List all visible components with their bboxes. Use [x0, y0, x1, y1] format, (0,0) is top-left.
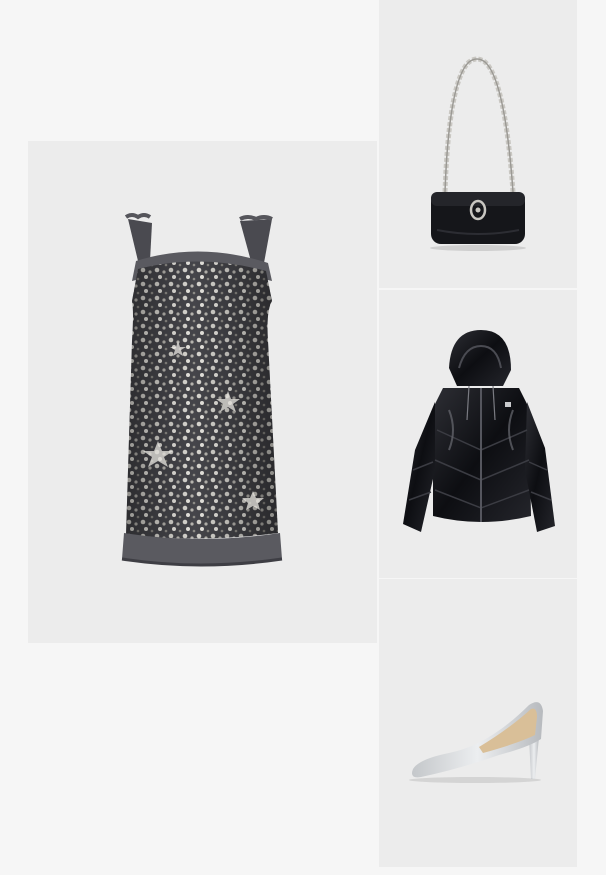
- silver-pump-image: [409, 702, 543, 783]
- sequin-dress-image: [121, 213, 283, 567]
- shoe-product-tile[interactable]: [379, 579, 577, 867]
- puffer-jacket-image: [403, 330, 555, 532]
- jacket-product-tile[interactable]: [379, 290, 577, 578]
- shoulder-bag-image: [430, 56, 526, 251]
- bag-product-tile[interactable]: [379, 0, 577, 288]
- outfit-collage: [0, 0, 606, 875]
- dress-product-tile[interactable]: [28, 141, 377, 643]
